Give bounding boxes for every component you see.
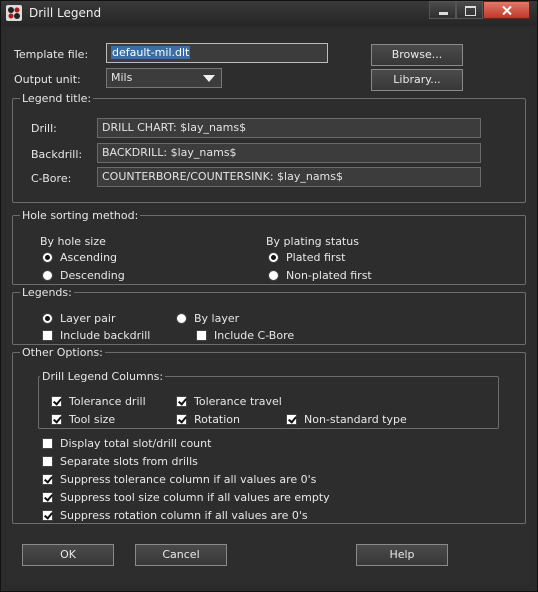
ok-button[interactable]: OK — [22, 544, 114, 566]
descending-radio[interactable] — [42, 270, 53, 281]
suppress-rotation-label[interactable]: Suppress rotation column if all values a… — [60, 509, 308, 522]
window-title: Drill Legend — [29, 6, 102, 20]
by-layer-radio[interactable] — [176, 313, 187, 324]
template-file-label: Template file: — [14, 48, 89, 61]
legends-group-label: Legends: — [20, 286, 74, 299]
by-plating-status-label: By plating status — [266, 235, 359, 248]
non-standard-type-checkbox[interactable] — [286, 414, 297, 425]
tolerance-travel-checkbox[interactable] — [176, 396, 187, 407]
legend-title-group-label: Legend title: — [20, 92, 94, 105]
suppress-tolerance-label[interactable]: Suppress tolerance column if all values … — [60, 473, 316, 486]
tolerance-travel-label[interactable]: Tolerance travel — [194, 395, 282, 408]
chevron-down-icon — [203, 75, 215, 82]
ascending-radio[interactable] — [42, 252, 53, 263]
ascending-label[interactable]: Ascending — [60, 251, 117, 264]
maximize-button[interactable] — [456, 1, 483, 19]
backdrill-title-input[interactable]: BACKDRILL: $lay_nams$ — [97, 143, 481, 163]
include-cbore-label[interactable]: Include C-Bore — [214, 329, 294, 342]
rotation-label[interactable]: Rotation — [194, 413, 240, 426]
minimize-icon — [439, 12, 448, 15]
by-layer-label[interactable]: By layer — [194, 312, 239, 325]
template-file-input[interactable]: default-mil.dlt — [106, 43, 328, 63]
suppress-rotation-checkbox[interactable] — [42, 510, 53, 521]
suppress-tolerance-checkbox[interactable] — [42, 474, 53, 485]
display-total-checkbox[interactable] — [42, 438, 53, 449]
cbore-label: C-Bore: — [31, 172, 72, 185]
tool-size-label[interactable]: Tool size — [69, 413, 115, 426]
suppress-tool-size-label[interactable]: Suppress tool size column if all values … — [60, 491, 330, 504]
minimize-button[interactable] — [429, 1, 456, 19]
output-unit-select[interactable]: Mils — [106, 68, 222, 88]
browse-button[interactable]: Browse... — [371, 44, 463, 66]
library-button[interactable]: Library... — [371, 69, 463, 91]
rotation-checkbox[interactable] — [176, 414, 187, 425]
tool-size-checkbox[interactable] — [51, 414, 62, 425]
nonplated-first-radio[interactable] — [268, 270, 279, 281]
plated-first-label[interactable]: Plated first — [286, 251, 346, 264]
tolerance-drill-checkbox[interactable] — [51, 396, 62, 407]
descending-label[interactable]: Descending — [60, 269, 125, 282]
backdrill-label: Backdrill: — [31, 148, 83, 161]
output-unit-label: Output unit: — [14, 73, 81, 86]
drill-title-input[interactable]: DRILL CHART: $lay_nams$ — [97, 118, 481, 138]
drill-legend-columns-label: Drill Legend Columns: — [40, 370, 166, 383]
layer-pair-label[interactable]: Layer pair — [60, 312, 115, 325]
help-button[interactable]: Help — [356, 544, 448, 566]
nonplated-first-label[interactable]: Non-plated first — [286, 269, 372, 282]
layer-pair-radio[interactable] — [42, 313, 53, 324]
by-hole-size-label: By hole size — [40, 235, 106, 248]
display-total-label[interactable]: Display total slot/drill count — [60, 437, 211, 450]
include-backdrill-label[interactable]: Include backdrill — [60, 329, 150, 342]
include-cbore-checkbox[interactable] — [196, 330, 207, 341]
hole-sorting-group-label: Hole sorting method: — [20, 209, 141, 222]
app-icon — [6, 5, 22, 21]
close-button[interactable] — [483, 1, 530, 19]
tolerance-drill-label[interactable]: Tolerance drill — [69, 395, 146, 408]
drill-label: Drill: — [31, 122, 57, 135]
cancel-button[interactable]: Cancel — [135, 544, 227, 566]
plated-first-radio[interactable] — [268, 252, 279, 263]
separate-slots-checkbox[interactable] — [42, 456, 53, 467]
cbore-title-input[interactable]: COUNTERBORE/COUNTERSINK: $lay_nams$ — [97, 167, 481, 187]
suppress-tool-size-checkbox[interactable] — [42, 492, 53, 503]
non-standard-type-label[interactable]: Non-standard type — [304, 413, 407, 426]
other-options-group-label: Other Options: — [20, 346, 105, 359]
include-backdrill-checkbox[interactable] — [42, 330, 53, 341]
output-unit-value: Mils — [111, 71, 133, 84]
maximize-icon — [465, 6, 476, 16]
close-icon — [502, 6, 512, 15]
separate-slots-label[interactable]: Separate slots from drills — [60, 455, 198, 468]
